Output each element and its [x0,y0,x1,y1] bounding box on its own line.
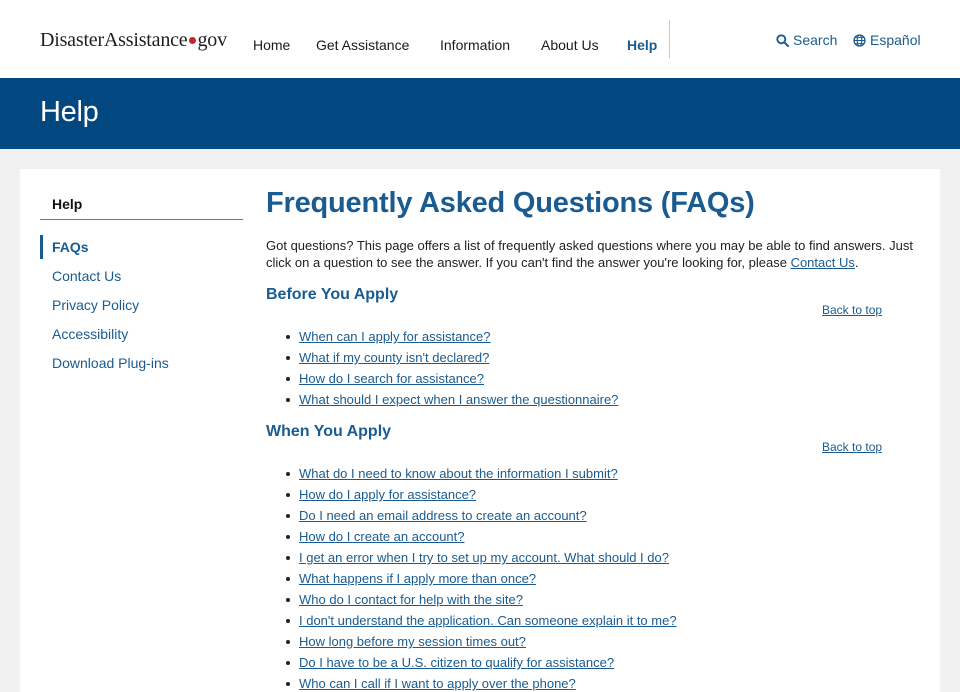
list-item: When can I apply for assistance? [286,326,618,347]
question-list: What do I need to know about the informa… [286,463,677,692]
list-item: Who do I contact for help with the site? [286,589,677,610]
intro-end: . [854,255,859,270]
bullet-icon [286,681,290,686]
site-header: DisasterAssistance gov Home Get Assistanc… [0,0,960,78]
sidebar-item-faqs[interactable]: FAQs [52,239,89,255]
list-item: What happens if I apply more than once? [286,568,677,589]
question-list: When can I apply for assistance? What if… [286,326,618,410]
bullet-icon [286,534,290,539]
intro-contact-us-link[interactable]: Contact Us [791,255,855,270]
bullet-icon [286,576,290,581]
banner-title: Help [40,96,99,128]
search-icon [776,33,789,47]
bullet-icon [286,471,290,476]
nav-divider [669,20,670,58]
question-link[interactable]: How do I create an account? [299,526,465,547]
sidebar-heading: Help [52,196,83,212]
page-banner: Help [0,78,960,149]
bullet-icon [286,639,290,644]
question-link[interactable]: I get an error when I try to set up my a… [299,547,669,568]
content-card: Help FAQs Contact Us Privacy Policy Acce… [20,169,940,692]
section-title: Before You Apply [266,286,399,303]
bullet-icon [286,555,290,560]
list-item: I get an error when I try to set up my a… [286,547,677,568]
bullet-icon [286,376,290,381]
list-item: I don't understand the application. Can … [286,610,677,631]
nav-about-us[interactable]: About Us [541,37,599,53]
page-title: Frequently Asked Questions (FAQs) [266,187,755,219]
bullet-icon [286,597,290,602]
question-link[interactable]: What happens if I apply more than once? [299,568,536,589]
sidebar-item-accessibility[interactable]: Accessibility [52,326,128,342]
bullet-icon [286,513,290,518]
logo-text-disaster: Disaster [40,29,104,51]
sidebar-active-marker [40,235,43,259]
logo-dot-icon [189,37,197,45]
bullet-icon [286,334,290,339]
question-link[interactable]: What if my county isn't declared? [299,347,489,368]
globe-icon [853,33,866,47]
intro-paragraph: Got questions? This page offers a list o… [266,237,926,271]
question-link[interactable]: What should I expect when I answer the q… [299,389,618,410]
sidebar-item-privacy-policy[interactable]: Privacy Policy [52,297,139,313]
search-label: Search [793,32,838,48]
bullet-icon [286,492,290,497]
bullet-icon [286,355,290,360]
question-link[interactable]: What do I need to know about the informa… [299,463,618,484]
language-link[interactable]: Español [853,32,921,48]
question-link[interactable]: How do I search for assistance? [299,368,484,389]
logo-text-gov: gov [197,29,227,51]
list-item: Who can I call if I want to apply over t… [286,673,677,692]
list-item: What do I need to know about the informa… [286,463,677,484]
sidebar-item-contact-us[interactable]: Contact Us [52,268,121,284]
nav-help[interactable]: Help [627,37,657,53]
list-item: Do I have to be a U.S. citizen to qualif… [286,652,677,673]
bullet-icon [286,618,290,623]
search-link[interactable]: Search [776,32,837,48]
language-label: Español [870,32,921,48]
site-logo[interactable]: DisasterAssistance gov [40,29,227,52]
question-link[interactable]: When can I apply for assistance? [299,326,491,347]
question-link[interactable]: I don't understand the application. Can … [299,610,677,631]
question-link[interactable]: Who do I contact for help with the site? [299,589,523,610]
question-link[interactable]: How do I apply for assistance? [299,484,476,505]
sidebar-divider [40,219,243,220]
list-item: What should I expect when I answer the q… [286,389,618,410]
list-item: How do I search for assistance? [286,368,618,389]
question-link[interactable]: How long before my session times out? [299,631,526,652]
nav-get-assistance[interactable]: Get Assistance [316,37,409,53]
list-item: Do I need an email address to create an … [286,505,677,526]
back-to-top-link[interactable]: Back to top [822,440,882,454]
back-to-top-link[interactable]: Back to top [822,303,882,317]
bullet-icon [286,660,290,665]
nav-information[interactable]: Information [440,37,510,53]
list-item: What if my county isn't declared? [286,347,618,368]
list-item: How do I apply for assistance? [286,484,677,505]
sidebar-item-download-plugins[interactable]: Download Plug-ins [52,355,169,371]
question-link[interactable]: Who can I call if I want to apply over t… [299,673,576,692]
list-item: How long before my session times out? [286,631,677,652]
question-link[interactable]: Do I need an email address to create an … [299,505,587,526]
bullet-icon [286,397,290,402]
section-title: When You Apply [266,423,392,440]
question-link[interactable]: Do I have to be a U.S. citizen to qualif… [299,652,614,673]
logo-text-assistance: Assistance [103,29,188,51]
list-item: How do I create an account? [286,526,677,547]
nav-home[interactable]: Home [253,37,290,53]
